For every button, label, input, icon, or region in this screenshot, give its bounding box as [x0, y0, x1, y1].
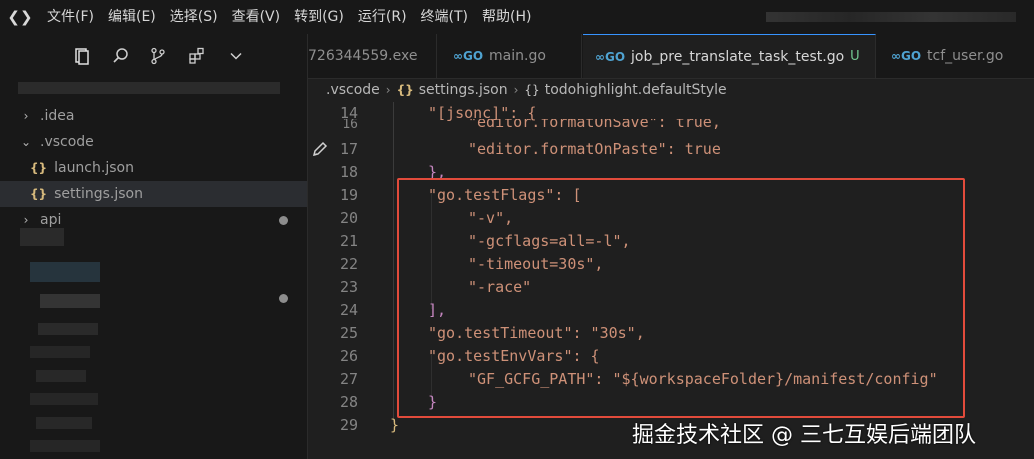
tree-item-label: api [40, 212, 62, 228]
blurred-tree-item [30, 393, 98, 405]
json-file-icon: {} [30, 161, 48, 175]
explorer-icon[interactable] [70, 44, 94, 68]
search-icon[interactable] [109, 44, 133, 68]
code-text: "editor.formatOnPaste": true [468, 140, 721, 158]
breadcrumb-symbol[interactable]: todohighlight.defaultStyle [545, 82, 727, 98]
tree-file-settings-json[interactable]: {} settings.json [0, 181, 307, 207]
breadcrumb-file[interactable]: settings.json [419, 82, 508, 98]
tree-item-label: .idea [40, 108, 75, 124]
breadcrumb: .vscode › {} settings.json › {} todohigh… [308, 78, 1034, 102]
tab-exe[interactable]: 726344559.exe [308, 34, 437, 78]
go-file-icon: ∞GO [453, 49, 484, 63]
go-file-icon: ∞GO [891, 49, 922, 63]
tab-job-pre-translate-task-test[interactable]: ∞GO job_pre_translate_task_test.go U [583, 34, 876, 78]
blurred-tree-item [30, 262, 100, 282]
chevron-right-icon: › [385, 83, 391, 97]
editor-tab-bar: 726344559.exe ∞GO main.go ∞GO job_pre_tr… [308, 34, 1034, 79]
line-number: 23 [339, 278, 358, 296]
tree-item-label: settings.json [54, 186, 143, 202]
source-control-icon[interactable] [146, 44, 170, 68]
menu-file[interactable]: 文件(F) [40, 0, 101, 34]
untracked-badge: U [850, 49, 860, 64]
code-line: 17 "editor.formatOnPaste": true [308, 138, 1034, 161]
menu-view[interactable]: 查看(V) [225, 0, 288, 34]
blurred-tree-item [30, 440, 100, 452]
chevron-down-icon[interactable] [224, 44, 248, 68]
tree-item-label: launch.json [54, 160, 134, 176]
modified-dot-icon [279, 294, 288, 303]
line-number: 25 [339, 324, 358, 342]
json-file-icon: {} [30, 187, 48, 201]
line-number: 18 [339, 163, 358, 181]
line-number: 29 [339, 416, 358, 434]
line-number: 26 [339, 347, 358, 365]
tree-folder-vscode[interactable]: ⌄ .vscode [0, 129, 307, 155]
chevron-down-icon: ⌄ [20, 135, 32, 149]
pencil-edit-icon[interactable] [311, 140, 329, 162]
tree-item-label: .vscode [40, 134, 94, 150]
watermark-text: 掘金技术社区 @ 三七互娱后端团队 [632, 423, 976, 448]
title-bar: ❮❯ 文件(F) 编辑(E) 选择(S) 查看(V) 转到(G) 运行(R) 终… [0, 0, 1034, 34]
vscode-logo-icon[interactable]: ❮❯ [0, 0, 40, 34]
menu-terminal[interactable]: 终端(T) [414, 0, 475, 34]
modified-dot-icon [279, 216, 288, 225]
menu-run[interactable]: 运行(R) [351, 0, 414, 34]
json-file-icon: {} [396, 83, 414, 97]
line-number: 27 [339, 370, 358, 388]
line-number: 19 [339, 186, 358, 204]
tab-main-go[interactable]: ∞GO main.go [437, 34, 582, 78]
explorer-toolbar [0, 34, 308, 78]
line-number: 20 [339, 209, 358, 227]
title-blurred [766, 12, 1016, 22]
braces-symbol-icon: {} [524, 83, 540, 97]
menu-edit[interactable]: 编辑(E) [101, 0, 163, 34]
line-number: 21 [339, 232, 358, 250]
chevron-right-icon: › [23, 213, 29, 227]
explorer-sidebar: › .idea ⌄ .vscode {} launch.json {} sett… [0, 78, 308, 459]
tab-tcf-user-go[interactable]: ∞GO tcf_user.go [877, 34, 1034, 78]
tab-label: 726344559.exe [308, 48, 418, 64]
tab-label: tcf_user.go [927, 48, 1004, 64]
line-number: 22 [339, 255, 358, 273]
go-file-icon: ∞GO [595, 49, 626, 64]
blurred-tree-item [20, 228, 64, 246]
blurred-tree-item [36, 417, 92, 429]
code-text: "editor.formatOnSave": true, [468, 119, 721, 131]
menu-help[interactable]: 帮助(H) [475, 0, 538, 34]
blurred-tree-item [30, 346, 90, 358]
menu-selection[interactable]: 选择(S) [163, 0, 225, 34]
tree-file-launch-json[interactable]: {} launch.json [0, 155, 307, 181]
line-number: 24 [339, 301, 358, 319]
blurred-tree-item [38, 323, 98, 335]
blurred-tree-item [36, 370, 86, 382]
highlight-annotation-box [397, 178, 965, 418]
blurred-workspace-title [18, 82, 280, 94]
tree-folder-idea[interactable]: › .idea [0, 103, 307, 129]
line-number: 28 [339, 393, 358, 411]
extensions-icon[interactable] [185, 44, 209, 68]
breadcrumb-folder[interactable]: .vscode [326, 82, 380, 98]
chevron-right-icon: › [23, 109, 29, 123]
menu-go[interactable]: 转到(G) [287, 0, 351, 34]
blurred-tree-item [40, 294, 100, 308]
code-line: 16 "editor.formatOnSave": true, [308, 119, 1034, 131]
tab-label: main.go [489, 48, 546, 64]
chevron-right-icon: › [513, 83, 519, 97]
line-number: 16 [342, 119, 358, 131]
tab-label: job_pre_translate_task_test.go [631, 48, 845, 65]
menu-bar: 文件(F) 编辑(E) 选择(S) 查看(V) 转到(G) 运行(R) 终端(T… [40, 0, 538, 34]
